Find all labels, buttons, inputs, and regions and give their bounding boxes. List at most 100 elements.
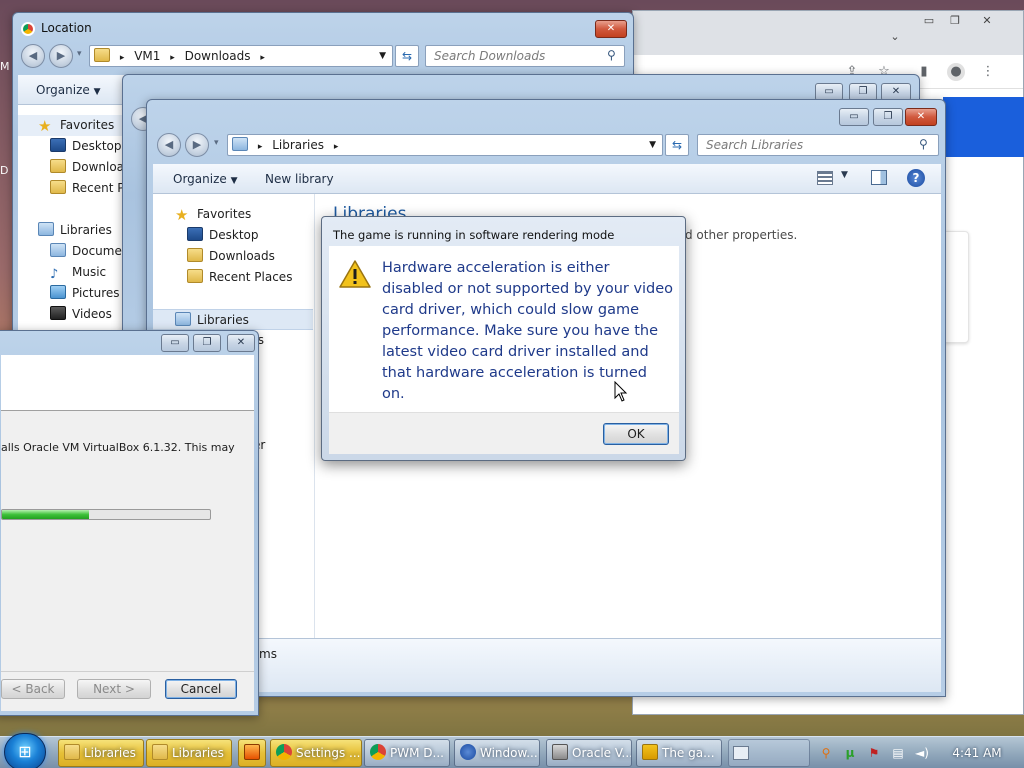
folder-icon: [152, 744, 168, 760]
network-icon[interactable]: ▤: [890, 745, 906, 761]
nav-recent-places[interactable]: Recent Places: [187, 267, 292, 288]
taskbar-item-3[interactable]: Settings ...: [270, 739, 362, 767]
breadcrumb-libraries[interactable]: Libraries: [272, 138, 324, 152]
window-title: Location: [41, 21, 92, 35]
dialog-title: The game is running in software renderin…: [333, 228, 615, 242]
breadcrumb-downloads[interactable]: Downloads: [185, 49, 251, 63]
nav-desktop[interactable]: Desktop: [187, 225, 259, 246]
breadcrumb-vm1[interactable]: VM1: [134, 49, 160, 63]
taskbar-item-5[interactable]: Window...: [454, 739, 540, 767]
next-button[interactable]: Next >: [77, 679, 151, 699]
nav-pictures[interactable]: Pictures: [50, 283, 120, 304]
volume-icon[interactable]: ◄): [914, 745, 930, 761]
library-icon: [232, 137, 248, 151]
videos-icon: [50, 306, 66, 320]
taskbar-item-2[interactable]: [238, 739, 266, 767]
taskbar-item-7[interactable]: The ga...: [636, 739, 722, 767]
taskbar-item-label: Window...: [480, 746, 538, 760]
maximize-button[interactable]: ❐: [193, 334, 221, 352]
star-icon: ★: [38, 117, 52, 135]
forward-button[interactable]: ▶: [49, 44, 73, 68]
change-view-icon[interactable]: [817, 171, 833, 185]
address-dropdown-icon[interactable]: ▼: [649, 135, 656, 155]
folder-icon: [50, 159, 66, 173]
installer-icon: [552, 744, 568, 760]
view-dropdown-icon[interactable]: ▼: [841, 170, 848, 180]
refresh-icon[interactable]: ⇆: [395, 45, 419, 67]
search-tray-icon[interactable]: ⚲: [818, 745, 834, 761]
nav-desktop[interactable]: Desktop: [50, 136, 122, 157]
ok-button[interactable]: OK: [603, 423, 669, 445]
organize-menu[interactable]: Organize ▼: [173, 166, 238, 194]
divider: [1, 671, 254, 672]
install-progress-fill: [2, 510, 90, 519]
new-library-button[interactable]: New library: [265, 166, 334, 192]
chrome-icon: [21, 22, 35, 36]
nav-music[interactable]: ♪ Music: [50, 262, 106, 283]
chrome-close-button[interactable]: ✕: [973, 13, 1001, 29]
cancel-button[interactable]: Cancel: [165, 679, 237, 699]
search-input[interactable]: Search Libraries: [697, 134, 939, 156]
back-button[interactable]: ◀: [21, 44, 45, 68]
maximize-button[interactable]: ❐: [873, 108, 903, 126]
help-icon: [460, 744, 476, 760]
back-button[interactable]: < Back: [1, 679, 65, 699]
clock[interactable]: 4:41 AM: [942, 737, 1012, 768]
taskbar-item-label: The ga...: [662, 746, 715, 760]
search-icon: ⚲: [919, 137, 928, 151]
nav-libraries[interactable]: Libraries: [38, 220, 112, 241]
close-button[interactable]: ✕: [595, 20, 627, 38]
folder-icon: [187, 248, 203, 262]
start-button[interactable]: ⊞: [4, 733, 46, 768]
documents-icon: [50, 243, 66, 257]
utorrent-icon[interactable]: µ: [842, 745, 858, 761]
folder-icon: [94, 48, 110, 62]
music-icon: ♪: [50, 267, 59, 282]
minimize-button[interactable]: ▭: [161, 334, 189, 352]
media-player-icon: [244, 744, 260, 760]
recent-pages-dropdown-icon[interactable]: ▾: [214, 138, 219, 148]
profile-avatar-icon[interactable]: ●: [947, 63, 965, 81]
keyboard-icon: [733, 746, 749, 760]
taskbar-item-0[interactable]: Libraries: [58, 739, 144, 767]
taskbar-item-6[interactable]: Oracle V...: [546, 739, 632, 767]
star-icon: ★: [175, 206, 189, 224]
back-button[interactable]: ◀: [157, 133, 181, 157]
forward-button[interactable]: ▶: [185, 133, 209, 157]
address-dropdown-icon[interactable]: ▼: [379, 46, 386, 66]
help-icon[interactable]: ?: [907, 169, 925, 187]
chrome-icon: [370, 744, 386, 760]
search-icon: ⚲: [607, 48, 616, 62]
close-button[interactable]: ✕: [905, 108, 937, 126]
refresh-icon[interactable]: ⇆: [665, 134, 689, 156]
address-bar[interactable]: ▸ Libraries ▸ ▼: [227, 134, 663, 156]
minimize-button[interactable]: ▭: [839, 108, 869, 126]
chrome-maximize-button[interactable]: ❐: [941, 13, 969, 29]
taskbar-item-label: PWM D...: [390, 746, 444, 760]
virtualbox-installer-window[interactable]: ▭ ❐ ✕ alls Oracle VM VirtualBox 6.1.32. …: [0, 330, 259, 716]
nav-favorites[interactable]: ★ Favorites: [18, 115, 128, 136]
navigation-pane: ★ Favorites Desktop Downloads Recent Plac…: [18, 105, 155, 339]
nav-videos[interactable]: Videos: [50, 304, 112, 325]
library-icon: [175, 312, 191, 326]
taskbar-item-4[interactable]: PWM D...: [364, 739, 450, 767]
show-desktop-strip[interactable]: [728, 739, 810, 767]
preview-pane-icon[interactable]: [871, 170, 887, 185]
content-subtext: d other properties.: [685, 228, 798, 242]
menu-kebab-icon[interactable]: ⋮: [979, 63, 997, 81]
warning-icon: [339, 260, 371, 288]
chrome-minimize-button[interactable]: ▭: [915, 13, 943, 29]
nav-downloads[interactable]: Downloads: [187, 246, 275, 267]
chrome-tab-search-icon[interactable]: ⌄: [881, 29, 909, 45]
details-pane: ms: [153, 638, 941, 692]
taskbar-item-1[interactable]: Libraries: [146, 739, 232, 767]
nav-favorites[interactable]: ★ Favorites: [175, 204, 251, 225]
address-bar[interactable]: ▸ VM1 ▸ Downloads ▸ ▼: [89, 45, 393, 67]
nav-libraries-selected[interactable]: Libraries: [153, 309, 313, 330]
search-input[interactable]: Search Downloads: [425, 45, 625, 67]
close-button[interactable]: ✕: [227, 334, 255, 352]
action-center-icon[interactable]: ⚑: [866, 745, 882, 761]
recent-pages-dropdown-icon[interactable]: ▾: [77, 49, 82, 59]
software-rendering-dialog[interactable]: The game is running in software renderin…: [321, 216, 686, 461]
organize-menu[interactable]: Organize ▼: [36, 77, 101, 105]
